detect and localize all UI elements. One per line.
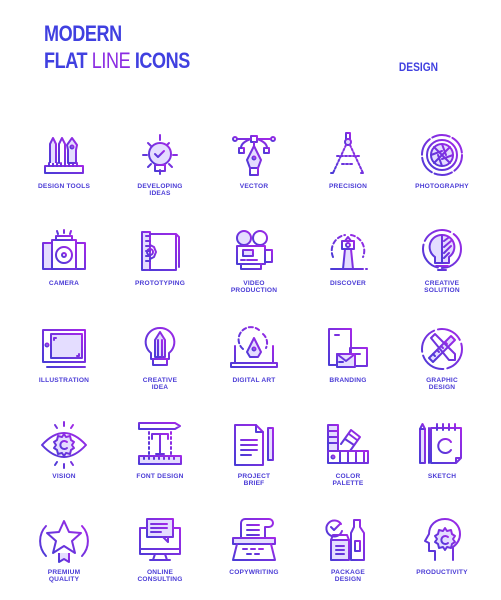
icon-tile: FONT DESIGN [113,420,207,480]
productivity-icon [395,516,489,566]
online-consulting-icon [113,516,207,566]
icon-label: CREATIVE SOLUTION [424,280,460,295]
icon-label: VECTOR [239,183,269,190]
icon-tile: PRODUCTIVITY [395,516,489,576]
icon-tile: VECTOR [207,130,301,190]
icon-tile: GRAPHIC DESIGN [395,324,489,392]
title-word-line: LINE [91,48,131,73]
icon-label: VISION [52,473,76,480]
graphic-design-icon [395,324,489,374]
premium-quality-icon [17,516,111,566]
icon-tile: SKETCH [395,420,489,480]
prototyping-icon [113,227,207,277]
design-tools-icon [17,130,111,180]
icon-tile: PROTOTYPING [113,227,207,287]
icon-label: PROJECT BRIEF [237,473,271,488]
creative-idea-icon [113,324,207,374]
video-production-icon [207,227,301,277]
precision-icon [301,130,395,180]
icon-tile: ONLINE CONSULTING [113,516,207,584]
branding-icon [301,324,395,374]
project-brief-icon [207,420,301,470]
developing-ideas-icon [113,130,207,180]
icon-label: PACKAGE DESIGN [331,569,365,584]
vision-icon [17,420,111,470]
category-label: DESIGN [398,60,438,74]
digital-art-icon [207,324,301,374]
icon-tile: PROJECT BRIEF [207,420,301,488]
icon-label: PRECISION [328,183,368,190]
package-design-icon [301,516,395,566]
icon-label: PRODUCTIVITY [416,569,468,576]
icon-label: SKETCH [427,473,457,480]
icon-label: ILLUSTRATION [38,377,90,384]
icon-label: COPYWRITING [229,569,279,576]
copywriting-icon [207,516,301,566]
icon-label: CAMERA [48,280,80,287]
icon-tile: PRECISION [301,130,395,190]
icon-tile: PACKAGE DESIGN [301,516,395,584]
icon-tile: BRANDING [301,324,395,384]
icon-label: VIDEO PRODUCTION [230,280,278,295]
color-palette-icon [301,420,395,470]
icon-tile: CREATIVE IDEA [113,324,207,392]
font-design-icon [113,420,207,470]
icon-label: ONLINE CONSULTING [137,569,183,584]
photography-icon [395,130,489,180]
icon-tile: ILLUSTRATION [17,324,111,384]
title-word-flat: FLAT [44,48,88,73]
icon-label: PROTOTYPING [134,280,186,287]
icon-label: BRANDING [329,377,367,384]
icon-label: DIGITAL ART [232,377,276,384]
icon-label: CREATIVE IDEA [142,377,178,392]
icon-label: DEVELOPING IDEAS [137,183,183,198]
illustration-icon [17,324,111,374]
camera-icon [17,227,111,277]
icon-label: COLOR PALETTE [332,473,364,488]
icon-tile: DISCOVER [301,227,395,287]
icon-label: GRAPHIC DESIGN [426,377,458,392]
icon-tile: VISION [17,420,111,480]
icon-tile: CREATIVE SOLUTION [395,227,489,295]
icon-tile: VIDEO PRODUCTION [207,227,301,295]
icon-tile: COLOR PALETTE [301,420,395,488]
creative-solution-icon [395,227,489,277]
icon-tile: DIGITAL ART [207,324,301,384]
icon-tile: PHOTOGRAPHY [395,130,489,190]
sketch-icon [395,420,489,470]
title-word-icons: ICONS [134,48,191,73]
icon-label: PREMIUM QUALITY [47,569,81,584]
page-title-line-2: FLAT LINE ICONS [44,50,190,72]
icon-tile: COPYWRITING [207,516,301,576]
icon-label: DESIGN TOOLS [37,183,91,190]
discover-icon [301,227,395,277]
vector-icon [207,130,301,180]
icon-label: PHOTOGRAPHY [415,183,469,190]
icon-tile: DEVELOPING IDEAS [113,130,207,198]
icon-tile: PREMIUM QUALITY [17,516,111,584]
icon-tile: DESIGN TOOLS [17,130,111,190]
page-title-line-1: MODERN [44,21,122,46]
icon-label: FONT DESIGN [136,473,184,480]
icon-label: DISCOVER [329,280,367,287]
icon-tile: CAMERA [17,227,111,287]
